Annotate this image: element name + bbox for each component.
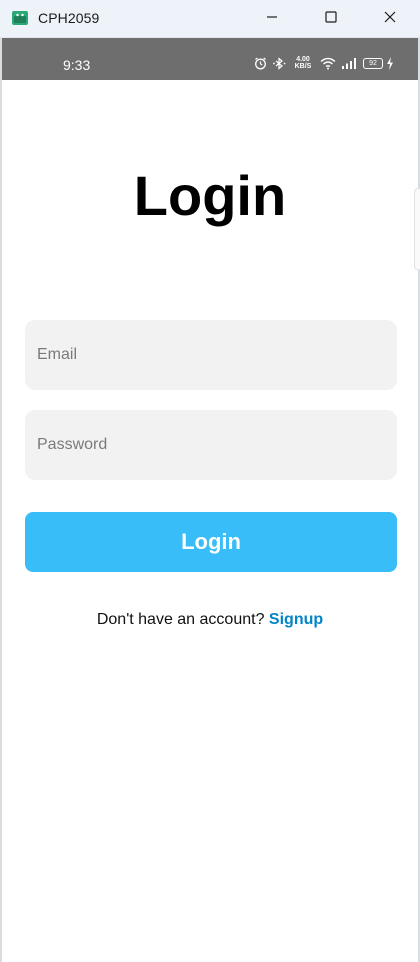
- password-field[interactable]: [25, 410, 397, 480]
- window-title: CPH2059: [38, 10, 100, 26]
- status-time: 9:33: [63, 57, 91, 73]
- page-title: Login: [133, 164, 287, 227]
- android-emulator-icon: [12, 11, 28, 25]
- maximize-button[interactable]: [306, 0, 356, 38]
- wifi-icon: [320, 57, 336, 70]
- net-speed-indicator: 4.00 KB/S: [292, 56, 314, 70]
- signup-prompt-row: Don't have an account? Signup: [2, 611, 418, 629]
- signup-prompt-text: Don't have an account?: [96, 611, 265, 628]
- email-field[interactable]: [25, 320, 397, 390]
- net-speed-unit: KB/S: [294, 63, 312, 70]
- signal-icon: [342, 58, 356, 69]
- login-screen: Login Login Don't have an account? Signu…: [2, 80, 420, 962]
- battery-icon: 92: [363, 58, 383, 69]
- signup-link[interactable]: Signup: [269, 611, 323, 628]
- login-button[interactable]: Login: [25, 512, 397, 572]
- window-titlebar: CPH2059: [0, 0, 420, 38]
- minimize-button[interactable]: [247, 0, 297, 38]
- close-icon: [384, 10, 396, 28]
- phone-status-bar: 9:33 4.00 KB/S 92: [2, 38, 418, 80]
- bluetooth-icon: [273, 57, 286, 70]
- close-button[interactable]: [365, 0, 415, 38]
- maximize-icon: [325, 10, 337, 28]
- alarm-icon: [255, 57, 266, 70]
- minimize-icon: [266, 10, 278, 28]
- net-speed-value: 4.00: [296, 56, 310, 63]
- charging-icon: [387, 57, 393, 70]
